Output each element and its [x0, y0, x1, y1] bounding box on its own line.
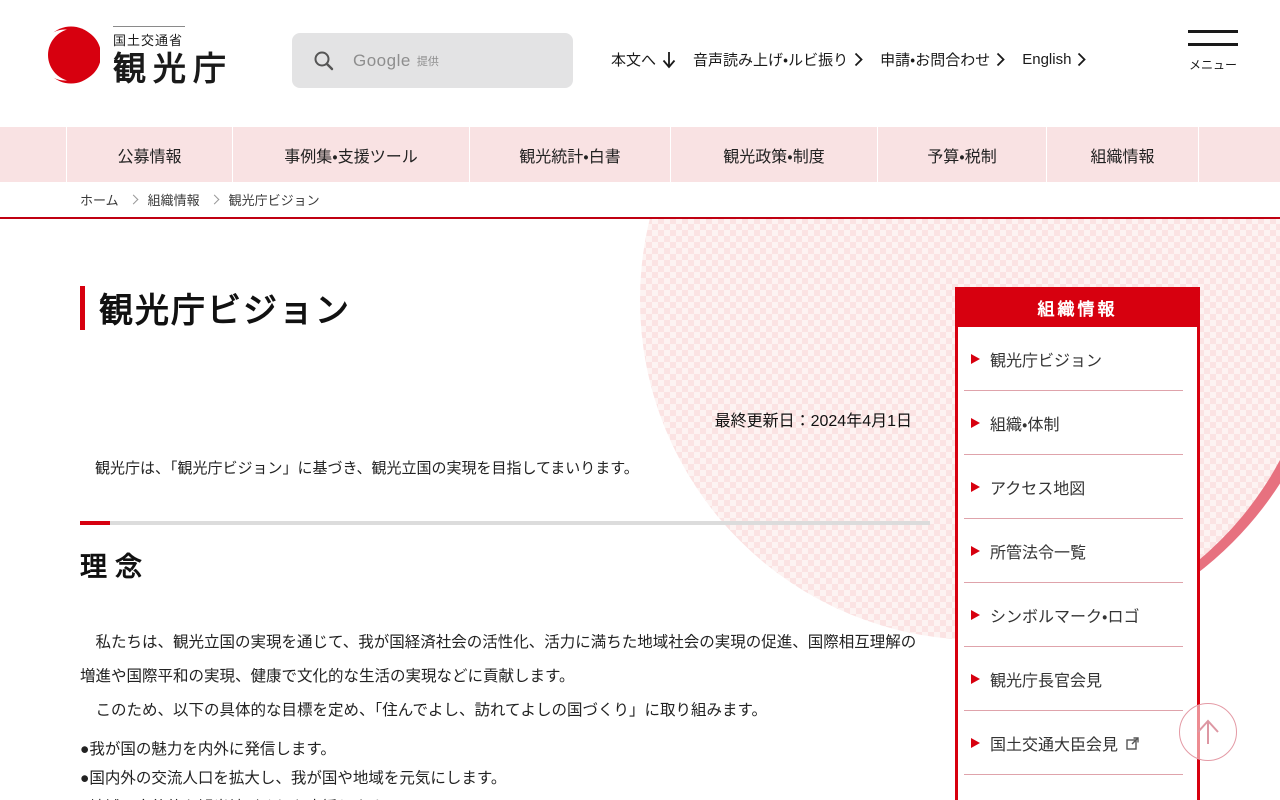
contact-link[interactable]: 申請・お問合わせ	[880, 49, 1006, 70]
nav-item-organization[interactable]: 組織情報	[1046, 127, 1199, 182]
sidebar-title: 組織情報	[955, 287, 1200, 327]
sidebar-item-label: 所管法令一覧	[990, 545, 1087, 562]
section-heading-rinen: 理念	[80, 552, 150, 582]
audio-ruby-link[interactable]: 音声読み上げ・ルビ振り	[693, 49, 863, 70]
site-header: 国土交通省 観光庁 Google 提供 本文へ 音声読み上げ・ルビ振り 申請・お…	[0, 0, 1280, 127]
sidebar-item-label: 観光庁長官会見	[990, 673, 1103, 690]
hamburger-icon	[1188, 30, 1238, 46]
audio-ruby-label: 音声読み上げ・ルビ振り	[693, 52, 849, 69]
philosophy-paragraph: このため、以下の具体的な目標を定め、「住んでよし、訪れてよしの国づくり」に取り組…	[95, 702, 767, 720]
sidebar-item-label: 国土交通大臣会見	[990, 737, 1119, 754]
agency-logo-text: 国土交通省 観光庁	[113, 26, 233, 87]
last-updated: 最終更新日：2024年4月1日	[714, 413, 912, 430]
skip-to-content-link[interactable]: 本文へ	[611, 49, 676, 70]
sidebar-list: 観光庁ビジョン 組織・体制 アクセス地図 所管法令一覧 シンボルマーク・ロゴ 観…	[958, 327, 1197, 775]
breadcrumb-organization[interactable]: 組織情報	[148, 190, 200, 209]
arrow-down-icon	[662, 51, 676, 68]
breadcrumb: ホーム 組織情報 観光庁ビジョン	[0, 182, 1280, 219]
chevron-right-icon	[209, 194, 220, 205]
sidebar-item-access-map[interactable]: アクセス地図	[958, 455, 1197, 519]
section-divider	[80, 521, 930, 525]
sidebar-item-commissioner-press[interactable]: 観光庁長官会見	[958, 647, 1197, 711]
utility-nav: 本文へ 音声読み上げ・ルビ振り 申請・お問合わせ English	[611, 49, 1103, 70]
breadcrumb-home[interactable]: ホーム	[80, 190, 119, 209]
contact-label: 申請・お問合わせ	[880, 52, 991, 69]
chevron-right-icon	[854, 52, 863, 67]
nav-item-public-offering[interactable]: 公募情報	[66, 127, 232, 182]
sidebar-item-laws[interactable]: 所管法令一覧	[958, 519, 1197, 583]
main-content: 観光庁ビジョン 最終更新日：2024年4月1日 観光庁は、「観光庁ビジョン」に基…	[80, 219, 930, 800]
sidebar-item-label: シンボルマーク・ロゴ	[990, 609, 1140, 626]
nav-item-budget-tax[interactable]: 予算・税制	[877, 127, 1046, 182]
english-link[interactable]: English	[1022, 51, 1087, 68]
goal-item: ●国内外の交流人口を拡大し、我が国や地域を元気にします。	[80, 769, 507, 787]
goal-item: ●我が国の魅力を内外に発信します。	[80, 741, 336, 759]
agency-logo[interactable]: 国土交通省 観光庁	[42, 26, 233, 87]
chevron-right-icon	[997, 52, 1006, 67]
chevron-right-icon	[128, 194, 139, 205]
menu-label: メニュー	[1188, 58, 1237, 72]
sidebar-item-symbol-logo[interactable]: シンボルマーク・ロゴ	[958, 583, 1197, 647]
page-title: 観光庁ビジョン	[99, 292, 351, 330]
skip-to-content-label: 本文へ	[611, 52, 657, 69]
sidebar-item-minister-press[interactable]: 国土交通大臣会見	[958, 711, 1197, 775]
menu-button[interactable]: メニュー	[1188, 30, 1238, 73]
philosophy-paragraph: 私たちは、観光立国の実現を通じて、我が国経済社会の活性化、活力に満ちた地域社会の…	[80, 634, 917, 686]
external-link-icon	[1126, 736, 1139, 750]
nav-item-statistics[interactable]: 観光統計・白書	[469, 127, 670, 182]
agency-name: 観光庁	[113, 50, 233, 87]
kanko-cho-page: 国土交通省 観光庁 Google 提供 本文へ 音声読み上げ・ルビ振り 申請・お…	[0, 0, 1280, 800]
arrow-up-icon	[1197, 719, 1219, 744]
chevron-right-icon	[1078, 52, 1087, 67]
scroll-to-top-button[interactable]	[1179, 703, 1237, 761]
intro-text: 観光庁は、「観光庁ビジョン」に基づき、観光立国の実現を目指してまいります。	[95, 460, 639, 477]
sidebar-item-vision[interactable]: 観光庁ビジョン	[958, 327, 1197, 391]
goal-item: ●地域の自律的な観光地づくりを応援します。	[80, 794, 930, 800]
english-label: English	[1022, 51, 1072, 68]
title-accent-bar	[80, 285, 85, 330]
search-input[interactable]: Google 提供	[292, 33, 573, 88]
nav-item-case-studies[interactable]: 事例集・支援ツール	[232, 127, 469, 182]
ministry-name: 国土交通省	[113, 26, 185, 49]
search-icon	[314, 51, 334, 71]
nav-item-policy[interactable]: 観光政策・制度	[670, 127, 877, 182]
page-title-row: 観光庁ビジョン	[80, 283, 930, 332]
goal-list: ●我が国の魅力を内外に発信します。 ●国内外の交流人口を拡大し、我が国や地域を元…	[80, 736, 930, 800]
sidebar-item-structure[interactable]: 組織・体制	[958, 391, 1197, 455]
philosophy-text: 私たちは、観光立国の実現を通じて、我が国経済社会の活性化、活力に満ちた地域社会の…	[80, 626, 930, 728]
sidebar-item-label: アクセス地図	[990, 481, 1086, 498]
search-placeholder-provided: 提供	[416, 55, 439, 68]
global-nav: 公募情報 事例集・支援ツール 観光統計・白書 観光政策・制度 予算・税制 組織情…	[0, 127, 1280, 182]
breadcrumb-current: 観光庁ビジョン	[228, 193, 320, 208]
agency-logo-icon	[42, 26, 100, 84]
search-placeholder-brand: Google	[353, 50, 411, 70]
sidebar-item-label: 観光庁ビジョン	[990, 353, 1103, 370]
content-area: 観光庁ビジョン 最終更新日：2024年4月1日 観光庁は、「観光庁ビジョン」に基…	[0, 219, 1280, 800]
sidebar-organization: 組織情報 観光庁ビジョン 組織・体制 アクセス地図 所管法令一覧 シンボルマーク…	[955, 287, 1200, 800]
sidebar-item-label: 組織・体制	[990, 417, 1060, 434]
